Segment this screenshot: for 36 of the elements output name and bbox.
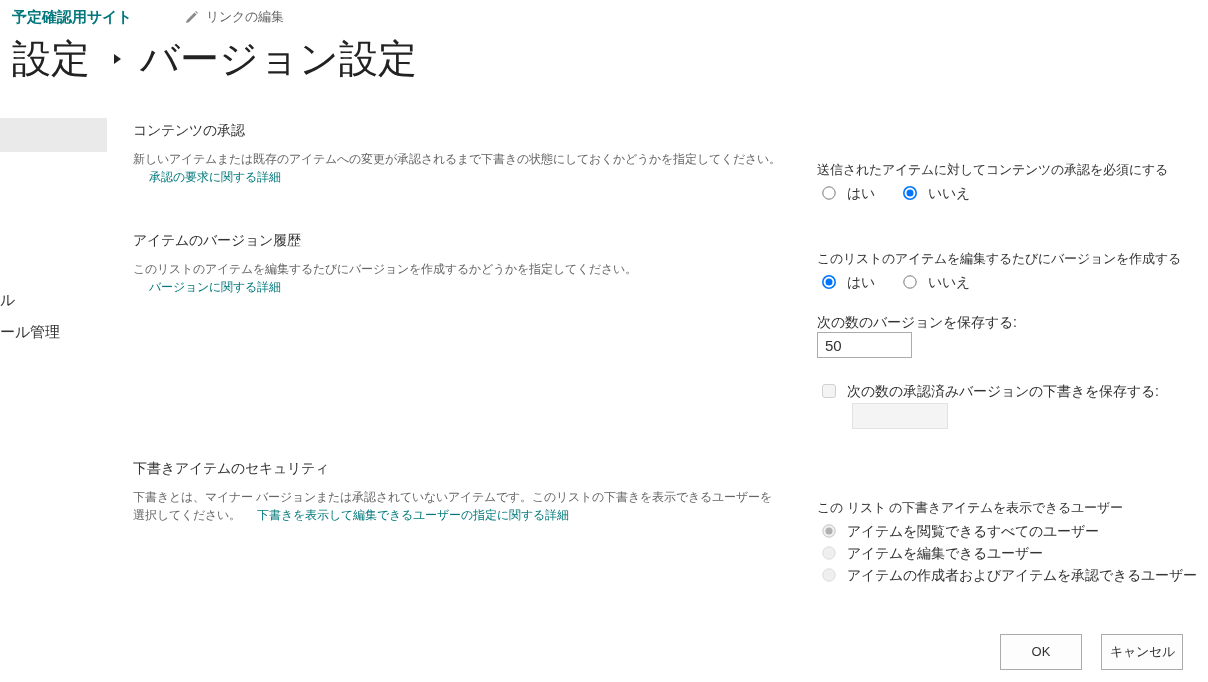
dialog-button[interactable]: キャンセル — [1101, 634, 1183, 670]
section-heading: コンテンツの承認 — [133, 121, 246, 140]
radio-label: はい — [847, 184, 875, 203]
radio-label: アイテムを編集できるユーザー — [847, 544, 1043, 563]
caret-icon — [114, 54, 121, 64]
breadcrumb-link[interactable]: 設定 — [12, 37, 90, 81]
number-input[interactable]: 50 — [817, 332, 912, 358]
field-label: 次の数のバージョンを保存する: — [817, 313, 1018, 332]
edit-links-link[interactable]: リンクの編集 — [185, 7, 284, 27]
section-heading: 下書きアイテムのセキュリティ — [133, 459, 330, 478]
sidebar-item[interactable]: ル — [0, 284, 15, 316]
radio-group-label: この リスト の下書きアイテムを表示できるユーザー — [817, 499, 1125, 517]
radio-button[interactable] — [822, 275, 836, 289]
section-description: このリストのアイテムを編集するたびにバージョンを作成するかどうかを指定してください。 バージョンに関する詳細 — [133, 262, 638, 295]
radio-group-label: 送信されたアイテムに対してコンテンツの承認を必須にする — [817, 161, 1169, 179]
checkbox-label: 次の数の承認済みバージョンの下書きを保存する: — [847, 382, 1159, 401]
section-description: 下書きとは、マイナー バージョンまたは承認されていないアイテムです。このリストの下書きを表示できるユーザーを選択してください。 下書きを表示して編集できるユーザーの指定に関する詳細 — [133, 490, 774, 523]
radio-label: いいえ — [928, 184, 970, 203]
radio-label: アイテムを閲覧できるすべてのユーザー — [847, 522, 1099, 541]
radio-label: はい — [847, 273, 875, 292]
page-title: バージョン設定 — [140, 37, 417, 81]
radio-button[interactable] — [903, 275, 917, 289]
site-title[interactable]: 予定確認用サイト — [12, 7, 132, 27]
radio-label: アイテムの作成者およびアイテムを承認できるユーザー — [847, 566, 1197, 585]
sidebar-item[interactable]: ール管理 — [0, 316, 60, 348]
radio-group-label: このリストのアイテムを編集するたびにバージョンを作成する — [817, 250, 1182, 268]
details-link[interactable]: バージョンに関する詳細 — [149, 281, 281, 293]
dialog-button[interactable]: OK — [1000, 634, 1082, 670]
radio-label: いいえ — [928, 273, 970, 292]
radio-button[interactable] — [903, 186, 917, 200]
details-link[interactable]: 下書きを表示して編集できるユーザーの指定に関する詳細 — [257, 509, 569, 521]
section-description: 新しいアイテムまたは既存のアイテムへの変更が承認されるまで下書きの状態にしておくかどうかを指定してください。 承認の要求に関する詳細 — [133, 152, 782, 185]
radio-button[interactable] — [822, 186, 836, 200]
details-link[interactable]: 承認の要求に関する詳細 — [149, 171, 281, 183]
pencil-icon — [185, 10, 198, 24]
section-heading: アイテムのバージョン履歴 — [133, 231, 302, 250]
